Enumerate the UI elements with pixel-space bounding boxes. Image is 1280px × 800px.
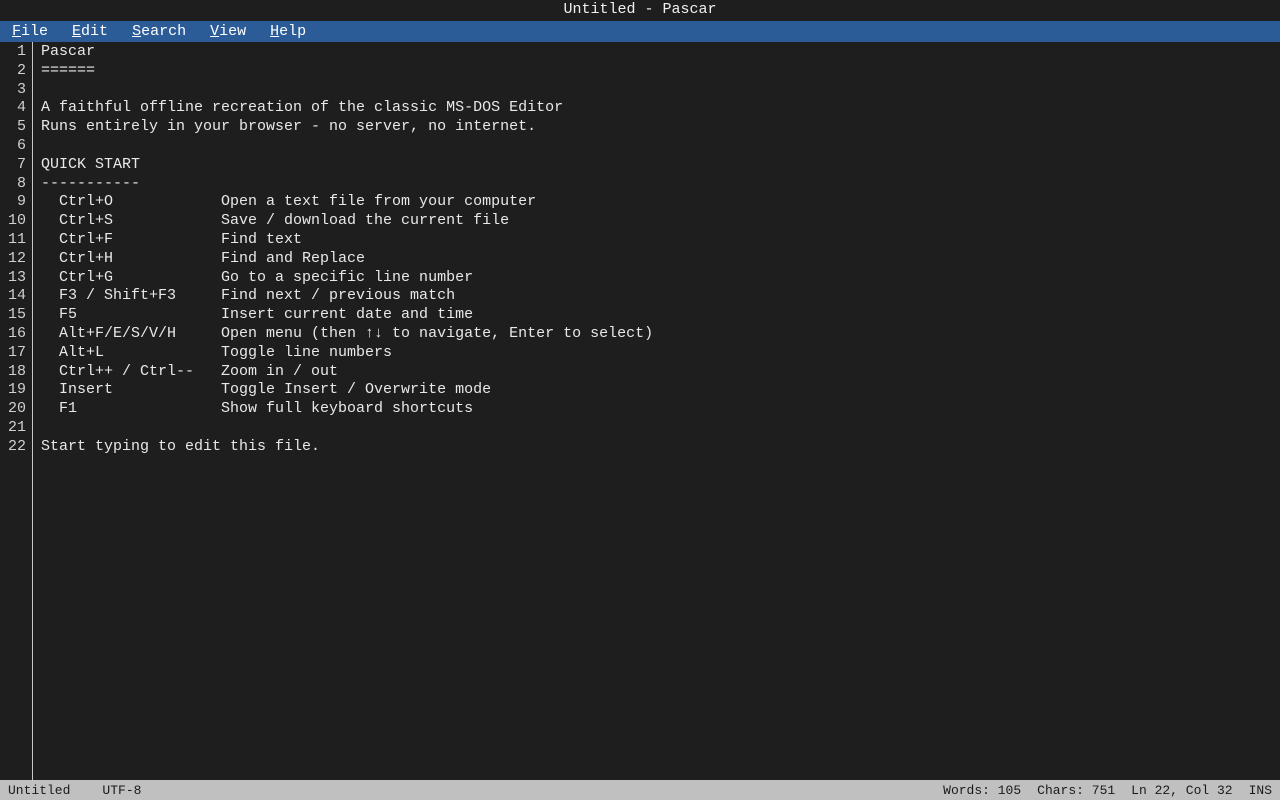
editor-line[interactable]: F3 / Shift+F3 Find next / previous match bbox=[41, 287, 1280, 306]
editor-line[interactable]: A faithful offline recreation of the cla… bbox=[41, 99, 1280, 118]
line-number: 12 bbox=[7, 249, 26, 267]
editor-line[interactable]: ====== bbox=[41, 62, 1280, 81]
editor-line[interactable]: QUICK START bbox=[41, 156, 1280, 175]
editor-line[interactable]: Ctrl+F Find text bbox=[41, 231, 1280, 250]
status-cursor-position: Ln 22, Col 32 bbox=[1131, 782, 1233, 798]
editor-line[interactable]: Ctrl++ / Ctrl-- Zoom in / out bbox=[41, 363, 1280, 382]
editor-line[interactable]: Start typing to edit this file. bbox=[41, 438, 1280, 457]
editor-line[interactable]: Pascar bbox=[41, 43, 1280, 62]
editor-line[interactable]: Ctrl+G Go to a specific line number bbox=[41, 269, 1280, 288]
editor-text-area[interactable]: Pascar ====== A faithful offline recreatio… bbox=[33, 42, 1280, 780]
line-number: 15 bbox=[7, 306, 26, 324]
menu-edit-label: dit bbox=[81, 23, 109, 40]
editor-line[interactable]: Ctrl+S Save / download the current file bbox=[41, 212, 1280, 231]
menu-search-accelerator: S bbox=[132, 23, 142, 40]
menu-file-label: ile bbox=[21, 23, 49, 40]
menu-bar: File Edit Search View Help bbox=[0, 21, 1280, 42]
menu-help-label: elp bbox=[279, 23, 307, 40]
window-title: Untitled - Pascar bbox=[0, 0, 1280, 21]
line-number-gutter: 1 2 3 4 5 6 7 8 9 10 11 12 13 14 15 16 17 18 19 20 21 22 bbox=[0, 42, 33, 780]
status-insert-mode[interactable]: INS bbox=[1249, 783, 1272, 798]
line-number: 17 bbox=[7, 343, 26, 361]
menu-view-label: iew bbox=[219, 23, 247, 40]
line-number: 8 bbox=[16, 174, 26, 192]
menu-file[interactable]: File bbox=[0, 21, 60, 42]
line-number: 9 bbox=[16, 193, 26, 211]
editor-line[interactable]: F5 Insert current date and time bbox=[41, 306, 1280, 325]
status-filename: Untitled bbox=[8, 782, 71, 798]
editor-line[interactable]: Ctrl+H Find and Replace bbox=[41, 250, 1280, 269]
line-number: 16 bbox=[7, 324, 26, 342]
status-char-count: Chars: 751 bbox=[1037, 782, 1116, 798]
editor-line[interactable] bbox=[41, 137, 1280, 156]
menu-edit-accelerator: E bbox=[72, 23, 82, 40]
menu-search[interactable]: Search bbox=[120, 21, 198, 42]
line-number: 14 bbox=[7, 287, 26, 305]
line-number: 10 bbox=[7, 212, 26, 230]
editor-line[interactable]: F1 Show full keyboard shortcuts bbox=[41, 400, 1280, 419]
line-number: 5 bbox=[16, 118, 26, 136]
menu-help-accelerator: H bbox=[270, 23, 280, 40]
menu-edit[interactable]: Edit bbox=[60, 21, 120, 42]
line-number: 7 bbox=[16, 155, 26, 173]
line-number: 1 bbox=[16, 43, 26, 60]
menu-view-accelerator: V bbox=[210, 23, 220, 40]
menu-view[interactable]: View bbox=[198, 21, 258, 42]
editor-line[interactable]: Ctrl+O Open a text file from your comput… bbox=[41, 193, 1280, 212]
editor-area: 1 2 3 4 5 6 7 8 9 10 11 12 13 14 15 16 17 18 19 20 21 22 Pasc… bbox=[0, 42, 1280, 780]
status-bar: Untitled UTF-8 Words: 105 Chars: 751 Ln … bbox=[0, 780, 1280, 800]
line-number: 18 bbox=[7, 362, 26, 380]
editor-line[interactable]: Alt+L Toggle line numbers bbox=[41, 344, 1280, 363]
menu-help[interactable]: Help bbox=[258, 21, 318, 42]
editor-line[interactable]: ----------- bbox=[41, 175, 1280, 194]
line-number: 13 bbox=[7, 268, 26, 286]
line-number: 22 bbox=[7, 437, 26, 455]
status-word-count: Words: 105 bbox=[943, 782, 1022, 798]
status-encoding: UTF-8 bbox=[102, 782, 142, 798]
line-number: 19 bbox=[7, 381, 26, 399]
line-number: 21 bbox=[7, 418, 26, 436]
line-number: 2 bbox=[16, 61, 26, 79]
editor-line[interactable]: Insert Toggle Insert / Overwrite mode bbox=[41, 381, 1280, 400]
editor-line[interactable]: Runs entirely in your browser - no serve… bbox=[41, 118, 1280, 137]
editor-line[interactable] bbox=[41, 419, 1280, 438]
line-number: 6 bbox=[16, 136, 26, 154]
line-number: 4 bbox=[16, 99, 26, 117]
menu-search-label: earch bbox=[141, 23, 187, 40]
editor-line[interactable]: Alt+F/E/S/V/H Open menu (then ↑↓ to navi… bbox=[41, 325, 1280, 344]
line-number: 11 bbox=[7, 230, 26, 248]
editor-line[interactable] bbox=[41, 81, 1280, 100]
line-number: 20 bbox=[7, 400, 26, 418]
menu-file-accelerator: F bbox=[12, 23, 22, 40]
line-number: 3 bbox=[16, 80, 26, 98]
